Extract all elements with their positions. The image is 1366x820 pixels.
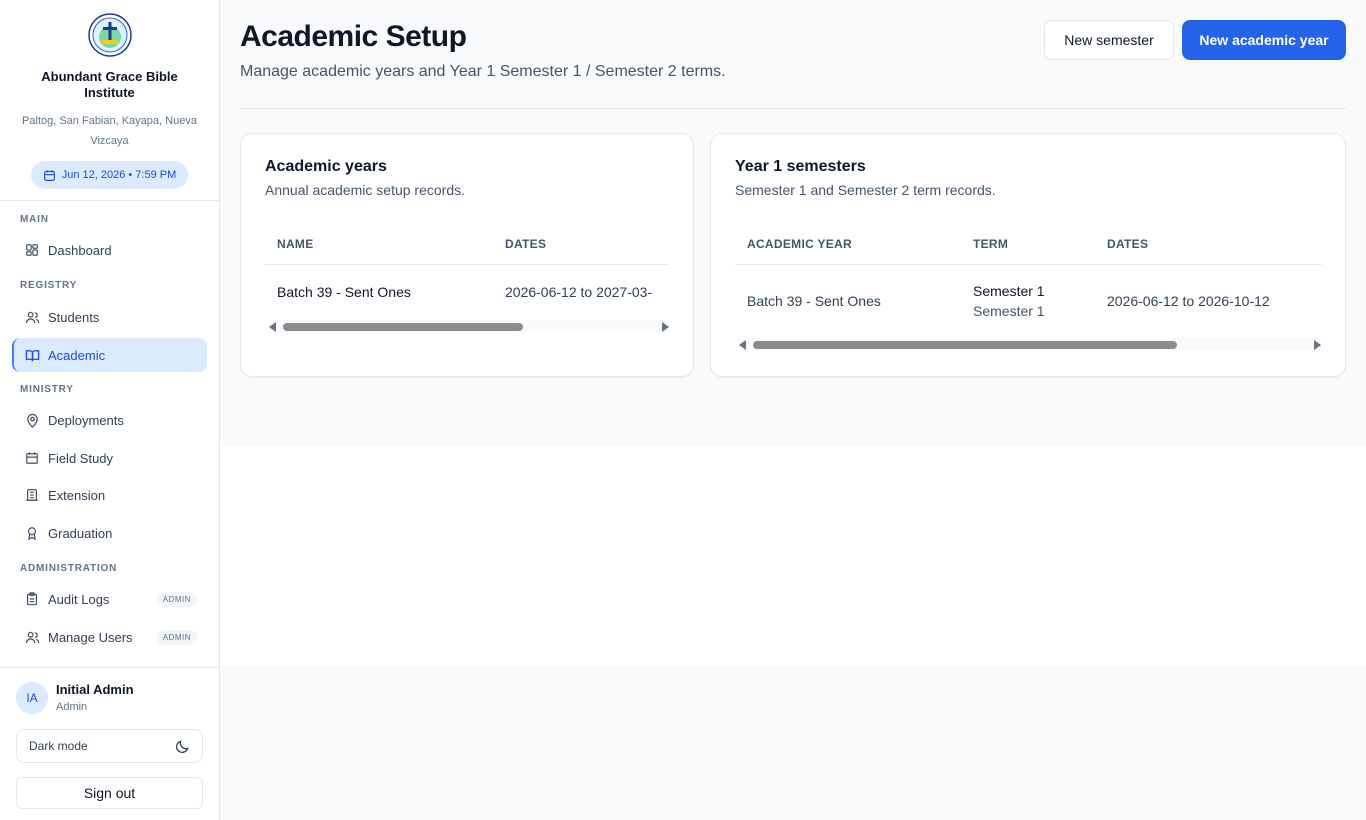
map-pin-icon — [24, 412, 40, 428]
page-subtitle: Manage academic years and Year 1 Semeste… — [240, 63, 726, 80]
academic-year-name-cell: Batch 39 - Sent Ones — [277, 284, 411, 300]
scroll-right-icon[interactable] — [662, 322, 669, 332]
sidebar-item-label: Graduation — [48, 525, 113, 541]
new-semester-button[interactable]: New semester — [1044, 20, 1174, 60]
semester-academic-year-cell: Batch 39 - Sent Ones — [747, 293, 881, 309]
semester-term-sub-cell: Semester 1 — [973, 303, 1045, 319]
brand-header: Abundant Grace Bible Institute Paltog, S… — [0, 0, 219, 201]
moon-icon — [176, 739, 189, 753]
users-icon — [24, 629, 40, 645]
column-header-academic-year: ACADEMIC YEAR — [747, 237, 853, 251]
nav-section-registry: REGISTRY — [20, 280, 78, 291]
grid-icon — [24, 242, 40, 258]
sidebar-item-students[interactable]: Students — [12, 300, 207, 334]
institute-address: Paltog, San Fabian, Kayapa, Nueva Vizcay… — [22, 115, 197, 147]
sidebar-item-audit-logs[interactable]: Audit Logs ADMIN — [12, 582, 207, 616]
award-icon — [24, 525, 40, 541]
semester-dates-cell: 2026-06-12 to 2026-10-12 — [1107, 293, 1270, 309]
column-header-dates: DATES — [1107, 237, 1149, 251]
horizontal-scrollbar[interactable] — [269, 320, 669, 332]
sidebar-item-dashboard[interactable]: Dashboard — [12, 233, 207, 267]
institute-name: Abundant Grace Bible Institute — [41, 69, 178, 100]
institute-logo — [87, 13, 132, 57]
user-panel: IA Initial Admin Admin Dark mode Sign ou… — [0, 667, 219, 820]
sidebar-item-field-study[interactable]: Field Study — [12, 441, 207, 475]
scrollbar-thumb[interactable] — [283, 323, 523, 331]
academic-years-card: Academic years Annual academic setup rec… — [240, 133, 694, 377]
building-icon — [24, 487, 40, 503]
horizontal-scrollbar[interactable] — [739, 338, 1321, 350]
card-subtitle: Semester 1 and Semester 2 term records. — [735, 182, 996, 198]
header-divider — [240, 108, 1346, 109]
sidebar-item-extension[interactable]: Extension — [12, 478, 207, 512]
calendar-icon — [43, 169, 55, 181]
content-footer-area — [220, 666, 1366, 820]
sign-out-button[interactable]: Sign out — [16, 777, 203, 809]
header-divider — [265, 264, 668, 265]
academic-year-dates-cell: 2026-06-12 to 2027-03- — [505, 284, 653, 300]
scroll-right-icon[interactable] — [1314, 340, 1321, 350]
new-academic-year-button[interactable]: New academic year — [1182, 20, 1346, 60]
nav-section-ministry: MINISTRY — [20, 384, 74, 395]
page-title: Academic Setup — [240, 20, 467, 53]
book-open-icon — [24, 347, 40, 363]
semesters-card: Year 1 semesters Semester 1 and Semester… — [710, 133, 1346, 377]
content-blank-area — [220, 446, 1366, 666]
sidebar-item-label: Dashboard — [48, 242, 112, 258]
nav-section-main: MAIN — [20, 214, 49, 225]
scroll-left-icon[interactable] — [269, 322, 276, 332]
avatar: IA — [16, 682, 48, 714]
main-content: Academic Setup Manage academic years and… — [220, 0, 1366, 446]
clipboard-icon — [24, 591, 40, 607]
column-header-term: TERM — [973, 237, 1009, 251]
nav-section-administration: ADMINISTRATION — [20, 563, 118, 574]
datetime-badge: Jun 12, 2026 • 7:59 PM — [30, 161, 189, 189]
sidebar-item-graduation[interactable]: Graduation — [12, 516, 207, 550]
sidebar-item-label: Manage Users — [48, 629, 133, 645]
card-title: Year 1 semesters — [735, 158, 866, 175]
column-header-name: NAME — [277, 237, 314, 251]
users-icon — [24, 309, 40, 325]
sidebar-item-label: Academic — [48, 347, 106, 363]
column-header-dates: DATES — [505, 237, 547, 251]
admin-badge: ADMIN — [156, 629, 197, 645]
semester-term-cell: Semester 1 — [973, 283, 1045, 299]
dark-mode-toggle[interactable]: Dark mode — [16, 729, 203, 763]
calendar-icon — [24, 450, 40, 466]
header-divider — [735, 264, 1322, 265]
card-title: Academic years — [265, 158, 387, 175]
dark-mode-label: Dark mode — [29, 739, 88, 753]
sidebar-item-manage-users[interactable]: Manage Users ADMIN — [12, 620, 207, 654]
scrollbar-thumb[interactable] — [753, 341, 1177, 349]
card-subtitle: Annual academic setup records. — [265, 182, 465, 198]
sidebar-item-label: Students — [48, 309, 100, 325]
sidebar-item-academic[interactable]: Academic — [12, 338, 207, 372]
sidebar-item-deployments[interactable]: Deployments — [12, 403, 207, 437]
admin-badge: ADMIN — [156, 591, 197, 607]
sidebar-item-label: Audit Logs — [48, 591, 110, 607]
datetime-text: Jun 12, 2026 • 7:59 PM — [61, 169, 177, 181]
sidebar-item-label: Extension — [48, 487, 106, 503]
sidebar: Abundant Grace Bible Institute Paltog, S… — [0, 0, 220, 820]
user-role: Admin — [56, 701, 88, 713]
sidebar-item-label: Field Study — [48, 450, 114, 466]
user-name: Initial Admin — [56, 682, 134, 697]
scroll-left-icon[interactable] — [739, 340, 746, 350]
sidebar-item-label: Deployments — [48, 412, 124, 428]
